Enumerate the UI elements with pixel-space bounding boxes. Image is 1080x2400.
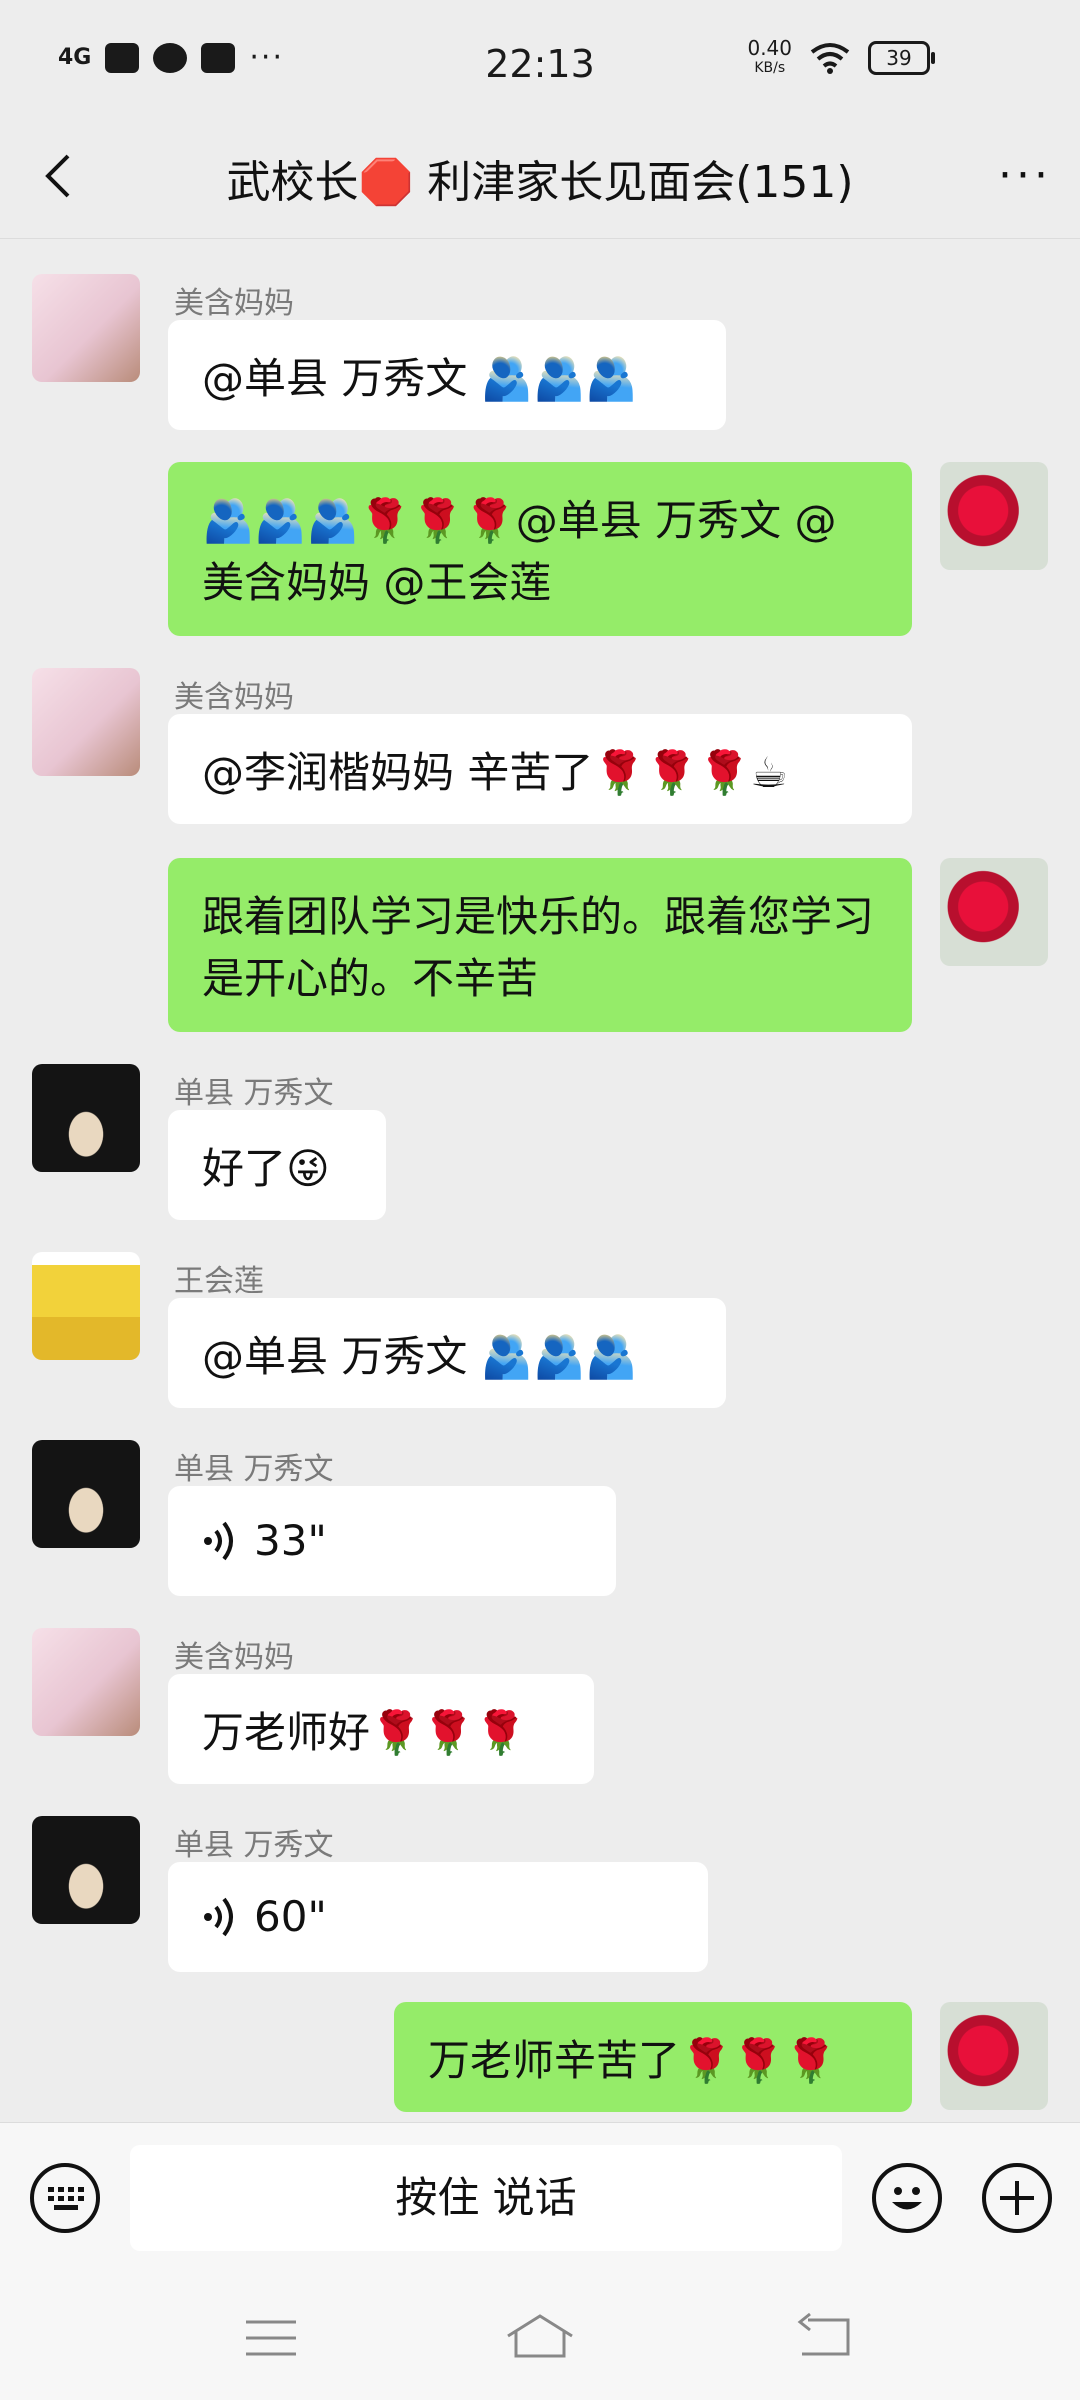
message-bubble[interactable]: 好了😜 — [168, 1110, 386, 1220]
chat-header: 武校长🛑 利津家长见面会(151) ··· — [0, 120, 1080, 239]
sender-name: 单县 万秀文 — [174, 1452, 334, 1487]
input-bar: 按住 说话 — [0, 2122, 1080, 2283]
menu-icon[interactable] — [244, 2314, 298, 2362]
message-bubble[interactable]: @李润楷妈妈 辛苦了🌹🌹🌹☕ — [168, 714, 912, 824]
add-attachment-button[interactable] — [982, 2163, 1052, 2233]
message-bubble[interactable]: 🫂🫂🫂🌹🌹🌹@单县 万秀文 @美含妈妈 @王会莲 — [168, 462, 912, 636]
battery-indicator: 39 — [868, 41, 935, 75]
avatar[interactable] — [32, 1252, 140, 1360]
avatar[interactable] — [32, 1440, 140, 1548]
message-bubble[interactable]: 万老师好🌹🌹🌹 — [168, 1674, 594, 1784]
avatar[interactable] — [32, 1628, 140, 1736]
more-options-button[interactable]: ··· — [998, 150, 1052, 201]
system-nav-bar — [0, 2282, 1080, 2400]
hold-to-talk-button[interactable]: 按住 说话 — [130, 2145, 842, 2251]
voice-duration: 33" — [254, 1516, 327, 1565]
chat-title: 武校长🛑 利津家长见面会(151) — [226, 157, 854, 208]
network-speed: 0.40 KB/s — [747, 36, 792, 76]
voice-message[interactable]: 60" — [168, 1862, 708, 1972]
sender-name: 美含妈妈 — [174, 286, 294, 321]
keyboard-toggle-button[interactable] — [30, 2163, 100, 2233]
voice-icon — [204, 1897, 233, 1937]
plus-icon — [1000, 2181, 1034, 2215]
avatar[interactable] — [32, 1816, 140, 1924]
avatar[interactable] — [32, 668, 140, 776]
keyboard-icon — [48, 2187, 84, 2210]
voice-duration: 60" — [254, 1892, 327, 1941]
home-icon[interactable] — [504, 2310, 576, 2362]
message-bubble[interactable]: 万老师辛苦了🌹🌹🌹 — [394, 2002, 912, 2112]
message-bubble[interactable]: 跟着团队学习是快乐的。跟着您学习是开心的。不辛苦 — [168, 858, 912, 1032]
voice-message[interactable]: 33" — [168, 1486, 616, 1596]
emoji-button[interactable] — [872, 2163, 942, 2233]
emoji-icon — [892, 2187, 922, 2210]
back-nav-icon[interactable] — [796, 2312, 852, 2360]
self-avatar[interactable] — [940, 462, 1048, 570]
message-bubble[interactable]: @单县 万秀文 🫂🫂🫂 — [168, 1298, 726, 1408]
sender-name: 单县 万秀文 — [174, 1828, 334, 1863]
sender-name: 美含妈妈 — [174, 680, 294, 715]
sender-name: 单县 万秀文 — [174, 1076, 334, 1111]
self-avatar[interactable] — [940, 858, 1048, 966]
status-bar: 4G ··· 22:13 0.40 KB/s 39 — [0, 0, 1080, 120]
avatar[interactable] — [32, 1064, 140, 1172]
wifi-icon — [810, 43, 850, 74]
sender-name: 美含妈妈 — [174, 1640, 294, 1675]
back-icon[interactable] — [30, 146, 90, 206]
message-bubble[interactable]: @单县 万秀文 🫂🫂🫂 — [168, 320, 726, 430]
voice-icon — [204, 1521, 233, 1561]
avatar[interactable] — [32, 274, 140, 382]
self-avatar[interactable] — [940, 2002, 1048, 2110]
sender-name: 王会莲 — [174, 1264, 264, 1299]
